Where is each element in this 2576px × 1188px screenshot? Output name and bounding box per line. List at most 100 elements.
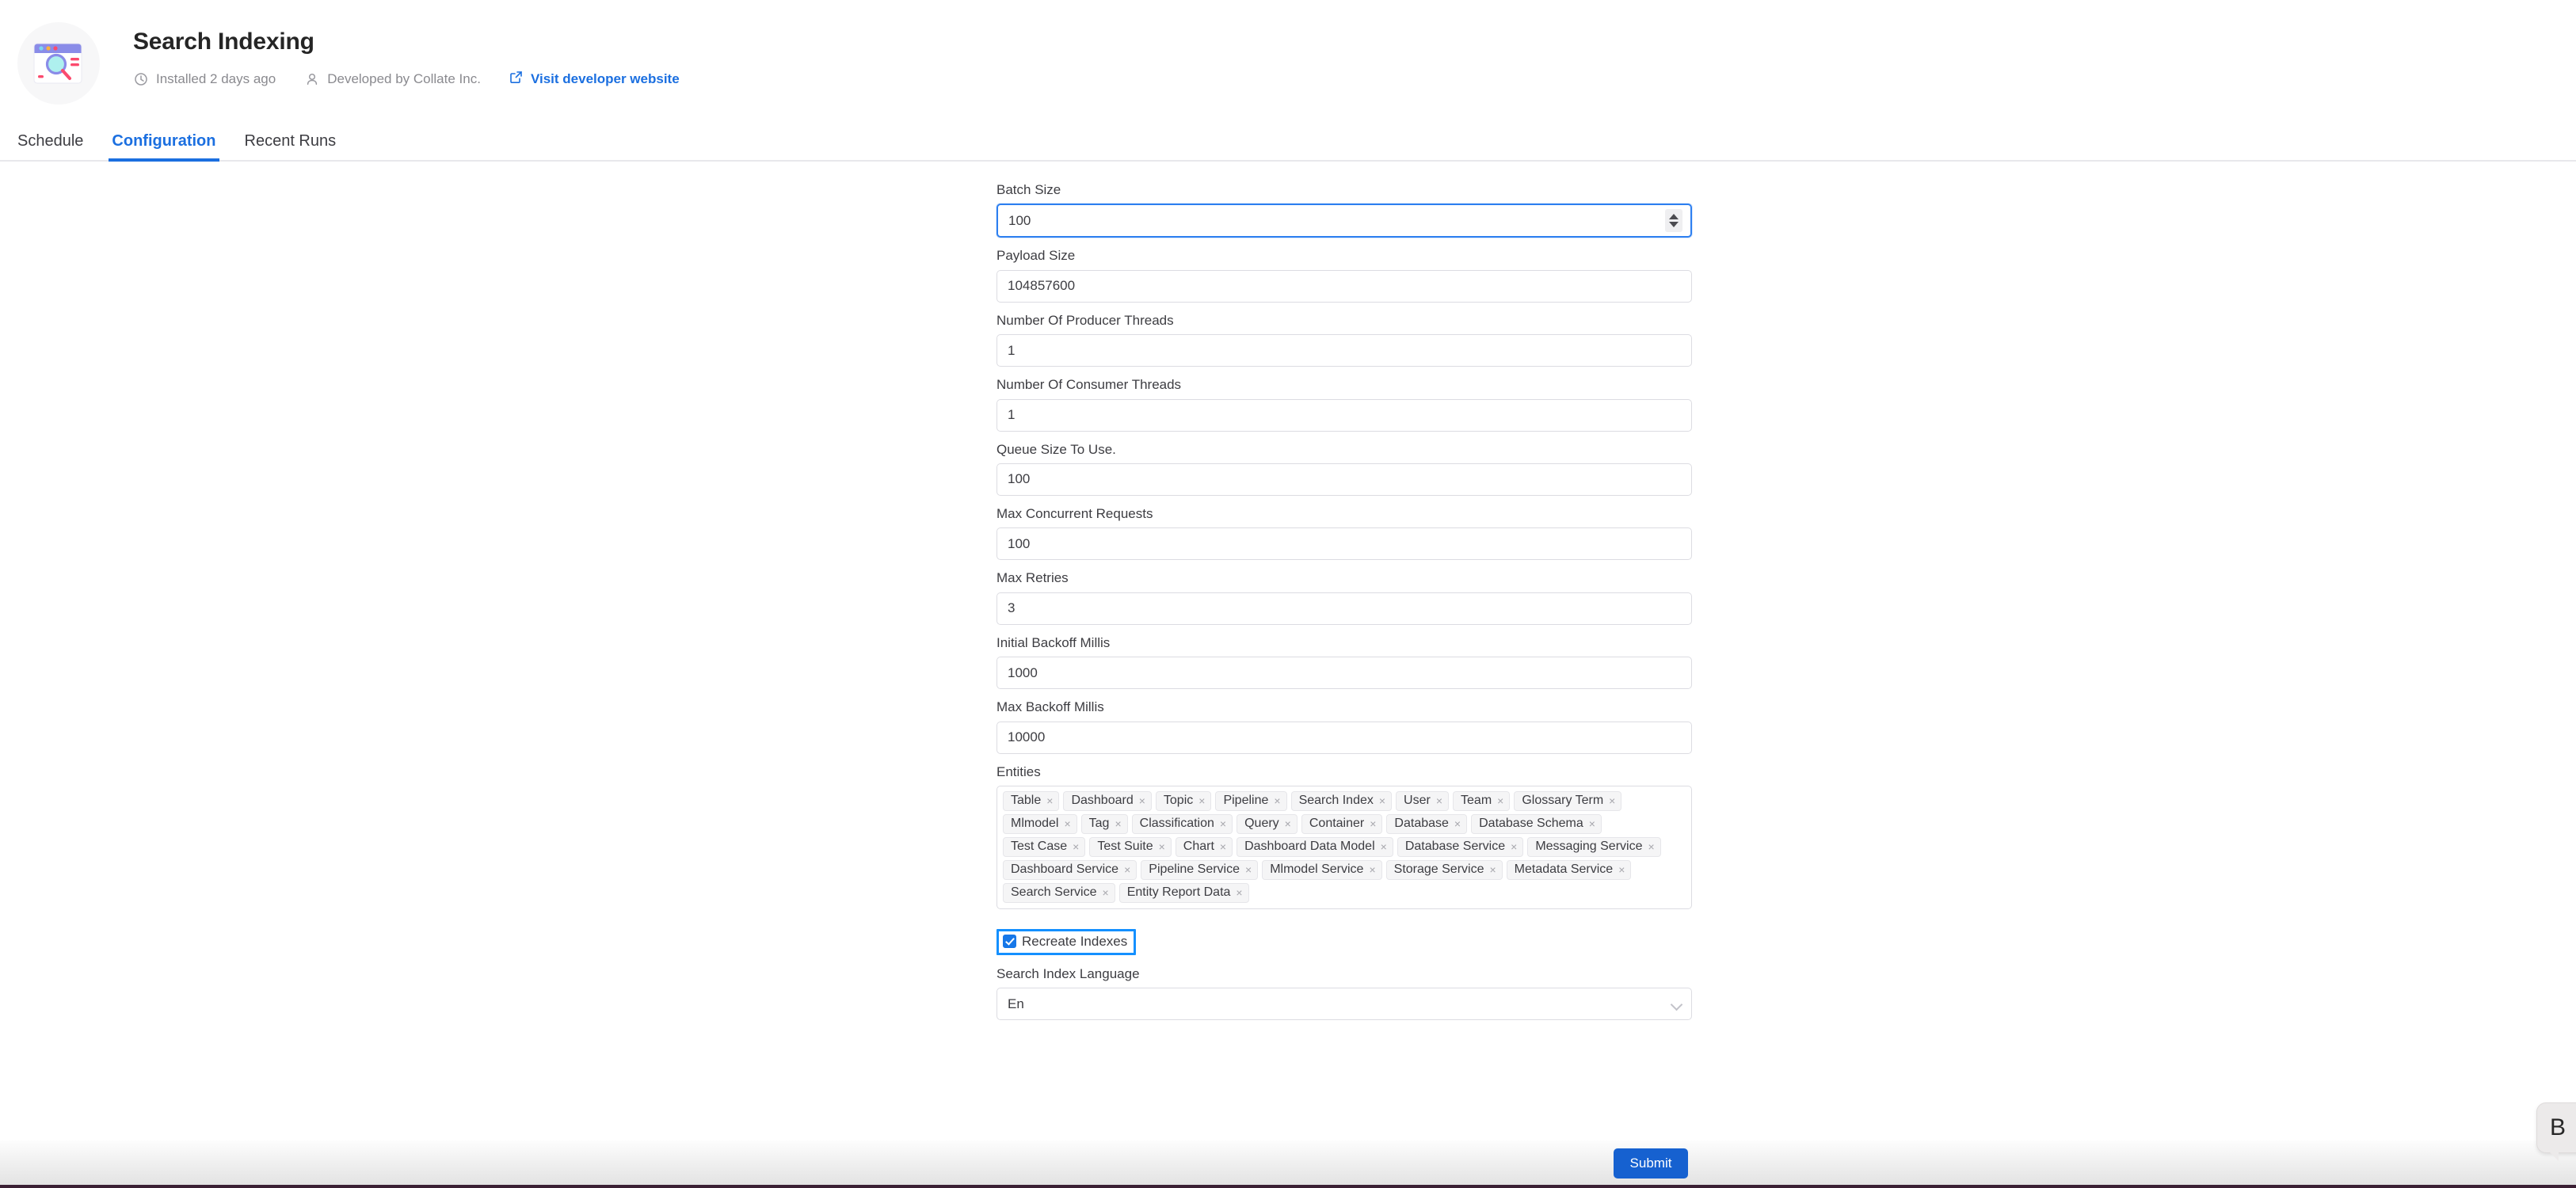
entity-tag-remove-icon[interactable]: × xyxy=(1370,818,1376,829)
entity-tag-label: User xyxy=(1404,794,1431,808)
tab-schedule[interactable]: Schedule xyxy=(3,132,97,160)
max-retries-input[interactable] xyxy=(996,592,1692,625)
entity-tag-remove-icon[interactable]: × xyxy=(1198,795,1205,806)
entity-tag-label: Mlmodel xyxy=(1011,817,1058,831)
entity-tag-remove-icon[interactable]: × xyxy=(1511,841,1517,852)
entity-tag-remove-icon[interactable]: × xyxy=(1618,864,1625,875)
entity-tag-label: Pipeline xyxy=(1223,794,1268,808)
entity-tag[interactable]: Test Case× xyxy=(1003,837,1085,857)
entity-tag-label: Dashboard xyxy=(1071,794,1133,808)
number-of-producer-threads-input[interactable] xyxy=(996,334,1692,367)
payload-size-input[interactable] xyxy=(996,270,1692,303)
footer-bar xyxy=(0,1140,2576,1188)
entity-tag[interactable]: Table× xyxy=(1003,791,1059,811)
batch-size-stepper[interactable] xyxy=(1665,209,1682,232)
entity-tag-remove-icon[interactable]: × xyxy=(1497,795,1503,806)
entity-tag-remove-icon[interactable]: × xyxy=(1245,864,1252,875)
number-of-consumer-threads-input[interactable] xyxy=(996,399,1692,432)
entity-tag[interactable]: Dashboard Service× xyxy=(1003,860,1137,880)
stepper-down-icon[interactable] xyxy=(1669,222,1679,227)
entity-tag-remove-icon[interactable]: × xyxy=(1589,818,1595,829)
entity-tag-label: Container xyxy=(1309,817,1364,831)
recreate-indexes-checkbox[interactable] xyxy=(1003,935,1016,948)
entity-tag-remove-icon[interactable]: × xyxy=(1124,864,1130,875)
entity-tag[interactable]: Search Index × xyxy=(1291,791,1392,811)
entity-tag[interactable]: Topic× xyxy=(1156,791,1212,811)
batch-size-input[interactable] xyxy=(996,204,1692,238)
batch-size-input-wrap xyxy=(996,204,1692,238)
entity-tag-remove-icon[interactable]: × xyxy=(1220,841,1226,852)
field-label-queue-size-to-use: Queue Size To Use. xyxy=(996,442,1692,458)
recreate-indexes-checkbox-row[interactable]: Recreate Indexes xyxy=(1003,934,1127,950)
field-max-backoff-millis: Max Backoff Millis xyxy=(996,699,1692,753)
entity-tag-remove-icon[interactable]: × xyxy=(1073,841,1079,852)
entity-tag-remove-icon[interactable]: × xyxy=(1064,818,1070,829)
entity-tag[interactable]: Messaging Service× xyxy=(1527,837,1660,857)
installed-meta-label: Installed 2 days ago xyxy=(156,71,276,87)
entity-tag[interactable]: Database× xyxy=(1386,814,1467,834)
entity-tag-remove-icon[interactable]: × xyxy=(1139,795,1145,806)
entity-tag[interactable]: Metadata Service× xyxy=(1507,860,1632,880)
field-max-retries: Max Retries xyxy=(996,570,1692,624)
tab-recent-runs[interactable]: Recent Runs xyxy=(231,132,351,160)
entity-tag-label: Chart xyxy=(1183,840,1214,854)
recreate-indexes-label: Recreate Indexes xyxy=(1022,934,1127,950)
entity-tag-remove-icon[interactable]: × xyxy=(1489,864,1496,875)
search-indexing-app-icon xyxy=(17,22,100,105)
field-number-of-producer-threads: Number Of Producer Threads xyxy=(996,313,1692,367)
submit-button[interactable]: Submit xyxy=(1614,1148,1688,1178)
entity-tag[interactable]: Database Schema× xyxy=(1471,814,1602,834)
entity-tag[interactable]: Storage Service × xyxy=(1386,860,1503,880)
entity-tag[interactable]: Dashboard × xyxy=(1063,791,1151,811)
entity-tag-remove-icon[interactable]: × xyxy=(1648,841,1654,852)
entity-tag-remove-icon[interactable]: × xyxy=(1274,795,1280,806)
visit-developer-website-link[interactable]: Visit developer website xyxy=(509,70,680,88)
entity-tag[interactable]: Pipeline × xyxy=(1215,791,1286,811)
entity-tag[interactable]: Glossary Term× xyxy=(1514,791,1621,811)
entity-tag[interactable]: Mlmodel × xyxy=(1003,814,1077,834)
entity-tag[interactable]: User × xyxy=(1396,791,1449,811)
entity-tag[interactable]: Query× xyxy=(1237,814,1298,834)
entity-tag[interactable]: Dashboard Data Model× xyxy=(1237,837,1393,857)
entity-tag[interactable]: Classification× xyxy=(1132,814,1233,834)
entity-tag-remove-icon[interactable]: × xyxy=(1436,795,1442,806)
visit-developer-website-label: Visit developer website xyxy=(531,71,680,87)
entity-tag-remove-icon[interactable]: × xyxy=(1115,818,1121,829)
entity-tag-remove-icon[interactable]: × xyxy=(1381,841,1387,852)
entity-tag-remove-icon[interactable]: × xyxy=(1159,841,1165,852)
tab-configuration[interactable]: Configuration xyxy=(97,132,230,160)
entity-tag-remove-icon[interactable]: × xyxy=(1236,887,1242,898)
entity-tag-remove-icon[interactable]: × xyxy=(1285,818,1291,829)
entity-tag-label: Search Index xyxy=(1299,794,1374,808)
queue-size-to-use-input[interactable] xyxy=(996,463,1692,496)
entity-tag[interactable]: Pipeline Service × xyxy=(1141,860,1258,880)
stepper-up-icon[interactable] xyxy=(1669,214,1679,219)
entity-tag[interactable]: Database Service× xyxy=(1397,837,1523,857)
developer-meta-label: Developed by Collate Inc. xyxy=(327,71,481,87)
entity-tag[interactable]: Tag× xyxy=(1081,814,1128,834)
entity-tag-remove-icon[interactable]: × xyxy=(1369,864,1375,875)
entity-tag[interactable]: Entity Report Data× xyxy=(1119,883,1249,903)
max-backoff-millis-input[interactable] xyxy=(996,722,1692,754)
entity-tag[interactable]: Search Service× xyxy=(1003,883,1115,903)
entity-tag-remove-icon[interactable]: × xyxy=(1220,818,1226,829)
max-concurrent-requests-input[interactable] xyxy=(996,527,1692,560)
entities-tag-input[interactable]: Table×Dashboard×Topic×Pipeline×Search In… xyxy=(996,786,1692,909)
entity-tag[interactable]: Container × xyxy=(1301,814,1383,834)
entity-tag-remove-icon[interactable]: × xyxy=(1103,887,1109,898)
initial-backoff-millis-input[interactable] xyxy=(996,657,1692,689)
field-label-initial-backoff-millis: Initial Backoff Millis xyxy=(996,635,1692,651)
entity-tag-label: Team xyxy=(1461,794,1492,808)
field-payload-size: Payload Size xyxy=(996,248,1692,302)
entity-tag[interactable]: Test Suite× xyxy=(1089,837,1171,857)
entity-tag-remove-icon[interactable]: × xyxy=(1046,795,1053,806)
entity-tag[interactable]: Team × xyxy=(1453,791,1510,811)
entity-tag[interactable]: Chart × xyxy=(1176,837,1233,857)
entity-tag-remove-icon[interactable]: × xyxy=(1454,818,1461,829)
entity-tag-remove-icon[interactable]: × xyxy=(1379,795,1385,806)
entity-tag-remove-icon[interactable]: × xyxy=(1609,795,1615,806)
entity-tag-label: Pipeline Service xyxy=(1149,862,1240,877)
entity-tag[interactable]: Mlmodel Service× xyxy=(1262,860,1381,880)
search-index-language-select[interactable]: En xyxy=(996,988,1692,1020)
entity-tag-label: Storage Service xyxy=(1394,862,1484,877)
